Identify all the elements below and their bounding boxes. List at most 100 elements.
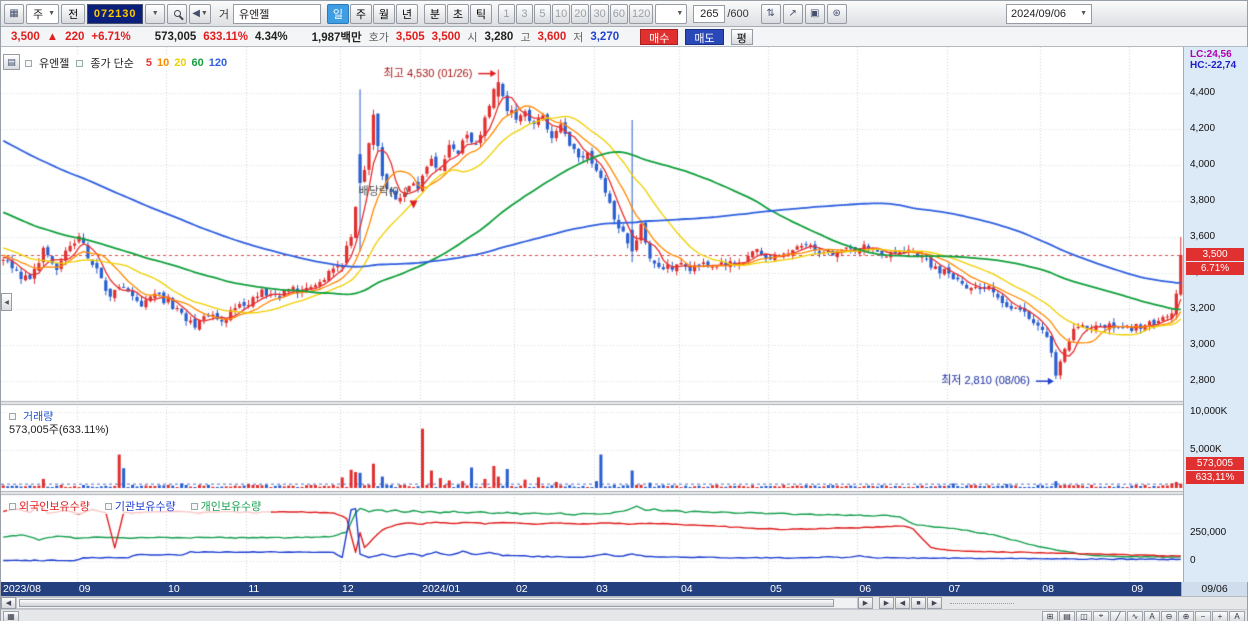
- month-label: 05: [770, 583, 782, 595]
- expand-icon[interactable]: +: [1212, 610, 1228, 621]
- divider: [950, 602, 1014, 604]
- tab-일[interactable]: 일: [326, 3, 349, 24]
- date-axis-months[interactable]: 2023/08 09 10 11 12 2024/01 02 03 04 05 06 07 08 09: [1, 582, 1182, 596]
- month-label: 10: [168, 583, 180, 595]
- interval-3[interactable]: 3: [515, 3, 533, 24]
- price-tick-label: 3,000: [1190, 339, 1216, 350]
- chart-style-icon[interactable]: ◫: [1076, 610, 1092, 621]
- price-tick-label: 4,000: [1190, 159, 1216, 170]
- prev-stock-button[interactable]: 전: [61, 3, 86, 24]
- candle-style-icon[interactable]: ▤: [1059, 610, 1075, 621]
- interval-120[interactable]: 120: [628, 3, 654, 24]
- ma-period-20: 20: [174, 57, 187, 69]
- holdings-legend-item: 개인보유수량: [190, 498, 262, 514]
- low-label: 저: [573, 31, 584, 44]
- turnover-rate: 4.34%: [255, 30, 288, 43]
- playback-rewind-icon[interactable]: ◀: [895, 597, 910, 609]
- chart-area-icon[interactable]: ▦: [3, 610, 19, 621]
- open-label: 시: [467, 31, 478, 44]
- chart-window-icon[interactable]: ▦: [4, 3, 24, 24]
- compare-icon[interactable]: ⇅: [760, 3, 781, 24]
- sell-button[interactable]: 매도: [685, 28, 724, 45]
- ma-period-120: 120: [208, 57, 228, 69]
- holdings-tick-label: 250,000: [1190, 527, 1227, 538]
- date-input[interactable]: 2024/09/06 ▼: [1006, 3, 1092, 24]
- ma-period-5: 5: [145, 57, 153, 69]
- zoom-out-icon[interactable]: ⊖: [1161, 610, 1177, 621]
- eval-button[interactable]: 평: [730, 28, 753, 45]
- ma-period-labels: 5 10 20 60 120: [141, 57, 227, 69]
- month-label: 2024/01: [422, 583, 461, 595]
- scrollbar-thumb[interactable]: [19, 599, 834, 607]
- legend-chip: [9, 502, 16, 510]
- interval-60[interactable]: 60: [609, 3, 628, 24]
- scroll-left-icon[interactable]: ◀: [1, 597, 16, 609]
- bar-count-input[interactable]: 265: [693, 4, 726, 23]
- chevron-down-icon: ▼: [1080, 10, 1087, 17]
- wave-tool-icon[interactable]: ∿: [1127, 610, 1143, 621]
- auto-scale-icon[interactable]: A: [1229, 610, 1245, 621]
- crosshair-tool-icon[interactable]: ⌖: [1093, 610, 1109, 621]
- playback-step-icon[interactable]: ▶: [927, 597, 942, 609]
- month-label: 04: [680, 583, 693, 595]
- interval-30[interactable]: 30: [590, 3, 609, 24]
- current-price-badge: 3,500: [1186, 248, 1244, 261]
- tab-년[interactable]: 년: [395, 3, 418, 24]
- open-price: 3,280: [484, 30, 514, 43]
- playback-stop-icon[interactable]: ■: [911, 597, 926, 609]
- collapse-left-icon[interactable]: ◀: [1, 293, 12, 311]
- shrink-icon[interactable]: −: [1195, 610, 1211, 621]
- interval-combo[interactable]: ▼: [655, 3, 688, 24]
- capture-icon[interactable]: ▣: [804, 3, 825, 24]
- playback-play-icon[interactable]: ▶: [879, 597, 894, 609]
- tab-초[interactable]: 초: [446, 3, 469, 24]
- price-change-pct: +6.71%: [91, 30, 131, 43]
- current-date-label: 09/06: [1181, 582, 1247, 596]
- month-label: 11: [248, 583, 260, 595]
- top-toolbar: ▦ 주 ▼ 전 072130 ▼ ◀ ▼ 거 유엔젤 일주월년 분초틱 1351…: [1, 1, 1247, 27]
- search-icon[interactable]: [167, 3, 188, 24]
- interval-buttons: 1 3 5 10 20 30 60 120: [497, 3, 654, 24]
- hc-label: HC:-22,74: [1190, 60, 1237, 71]
- tab-분[interactable]: 분: [423, 3, 446, 24]
- holdings-legend: 외국인보유수량 기관보유수량 개인보유수량: [7, 498, 272, 514]
- tab-주[interactable]: 주: [349, 3, 372, 24]
- settings-gear-icon[interactable]: ⊛: [826, 3, 847, 24]
- price-axis[interactable]: LC:24,56 HC:-22,74 4,400 4,200 4,000 3,800 3,6…: [1183, 47, 1248, 582]
- tab-월[interactable]: 월: [372, 3, 395, 24]
- stock-chart-app: ▦ 주 ▼ 전 072130 ▼ ◀ ▼ 거 유엔젤 일주월년 분초틱 1351…: [0, 0, 1248, 621]
- unit-tabs: 분초틱: [423, 3, 492, 24]
- holdings-legend-label: 개인보유수량: [200, 501, 262, 513]
- chart-scrollbar[interactable]: [16, 597, 858, 609]
- trendline-tool-icon[interactable]: ╱: [1110, 610, 1126, 621]
- volume-tick-label: 5,000K: [1190, 444, 1222, 455]
- month-label: 09: [1131, 583, 1144, 595]
- period-tabs: 일주월년: [326, 3, 418, 24]
- speaker-glyph: ◀: [192, 8, 200, 19]
- text-tool-icon[interactable]: A: [1144, 610, 1160, 621]
- indicator-icon[interactable]: ↗: [782, 3, 803, 24]
- grid-tool-icon[interactable]: ⊞: [1042, 610, 1058, 621]
- interval-20[interactable]: 20: [571, 3, 590, 24]
- code-dropdown-icon[interactable]: ▼: [145, 3, 166, 24]
- interval-10[interactable]: 10: [551, 3, 571, 24]
- month-label: 09: [78, 583, 91, 595]
- interval-5[interactable]: 5: [533, 3, 551, 24]
- interval-1[interactable]: 1: [497, 3, 515, 24]
- ma-period-10: 10: [157, 57, 170, 69]
- stock-name-input[interactable]: 유엔젤: [232, 3, 321, 24]
- chevron-down-icon: ▼: [676, 10, 684, 17]
- zoom-in-icon[interactable]: ⊕: [1178, 610, 1194, 621]
- chart-area: ▤ ◀ 유엔젤 종가 단순 5 10 20 60 120 거래량 573,005주(63…: [1, 47, 1248, 582]
- chart-settings-icon[interactable]: ▤: [3, 54, 20, 70]
- quote-label: 호가: [368, 31, 389, 44]
- stock-code-input[interactable]: 072130: [87, 3, 144, 24]
- market-label: 거: [218, 8, 229, 21]
- alert-sound-icon[interactable]: ◀ ▼: [189, 3, 211, 24]
- buy-button[interactable]: 매수: [640, 28, 679, 45]
- period-type-combo[interactable]: 주 ▼: [26, 3, 60, 24]
- tab-틱[interactable]: 틱: [469, 3, 492, 24]
- holdings-legend-item: 외국인보유수량: [9, 498, 90, 514]
- scroll-right-icon[interactable]: ▶: [858, 597, 873, 609]
- lc-label: LC:24,56: [1190, 49, 1232, 60]
